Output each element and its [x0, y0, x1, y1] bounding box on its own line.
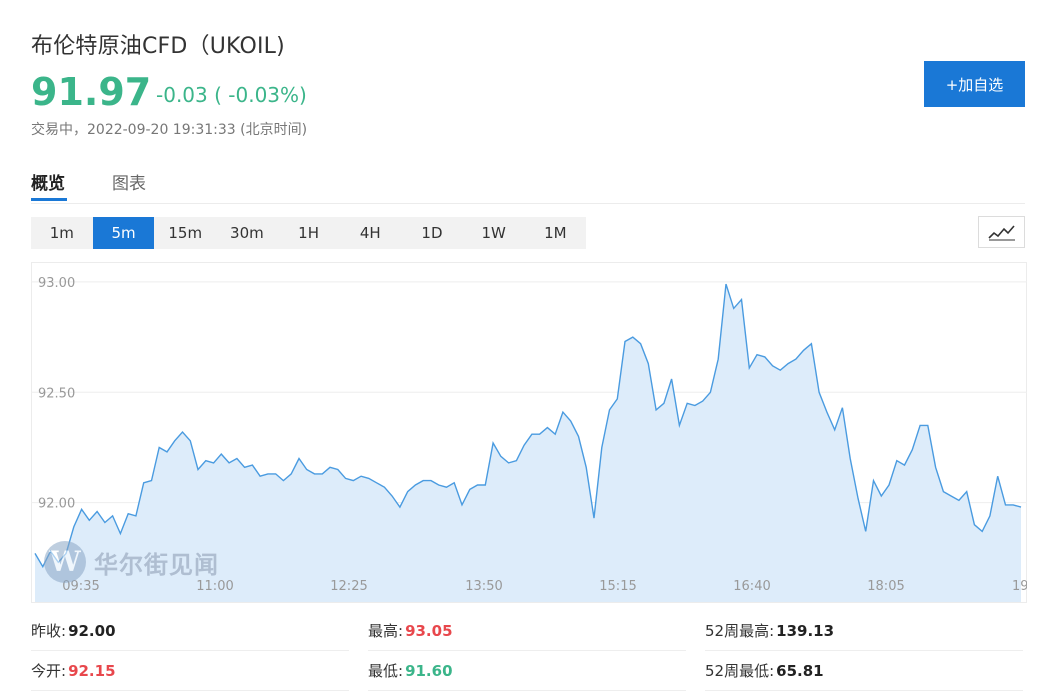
stat-value: 91.60 [405, 662, 453, 680]
stat-52w-low: 52周最低: 65.81 [705, 652, 1023, 691]
stat-value: 93.05 [405, 622, 453, 640]
x-tick-label: 18:05 [867, 579, 904, 594]
stat-label: 昨收: [31, 622, 67, 640]
x-tick-label: 13:50 [465, 579, 502, 594]
period-30m[interactable]: 30m [216, 217, 278, 249]
tab-bar: 概览 图表 [31, 163, 1025, 204]
price-change: -0.03 ( -0.03%) [156, 83, 307, 107]
line-chart-icon [988, 225, 1015, 241]
x-tick-label: 19:3 [1012, 579, 1027, 594]
stat-value: 92.00 [68, 622, 116, 640]
period-1d[interactable]: 1D [401, 217, 463, 249]
x-tick-label: 12:25 [330, 579, 367, 594]
x-tick-label: 16:40 [733, 579, 770, 594]
trading-status: 交易中，2022-09-20 19:31:33 (北京时间) [31, 122, 308, 138]
stat-52w-high: 52周最高: 139.13 [705, 612, 1023, 651]
stat-high: 最高: 93.05 [368, 612, 686, 651]
period-selector: 1m 5m 15m 30m 1H 4H 1D 1W 1M [31, 217, 587, 249]
x-tick-label: 15:15 [599, 579, 636, 594]
watermark: W 华尔街见闻 [44, 541, 219, 583]
stats-row: 今开: 92.15 最低: 91.60 52周最低: 65.81 [31, 652, 1025, 692]
period-1m[interactable]: 1m [31, 217, 93, 249]
stat-label: 52周最高: [705, 622, 775, 640]
y-tick-label: 92.50 [38, 386, 75, 401]
period-15m[interactable]: 15m [154, 217, 216, 249]
last-price: 91.97 [31, 70, 152, 114]
stat-low: 最低: 91.60 [368, 652, 686, 691]
stat-label: 最低: [368, 662, 404, 680]
stat-value: 139.13 [776, 622, 835, 640]
period-1w[interactable]: 1W [463, 217, 525, 249]
stat-label: 最高: [368, 622, 404, 640]
wallstreetcn-logo-icon: W [44, 541, 86, 583]
period-5m[interactable]: 5m [92, 217, 155, 249]
add-to-watchlist-button[interactable]: +加自选 [924, 61, 1025, 107]
stat-value: 65.81 [776, 662, 824, 680]
stat-label: 今开: [31, 662, 67, 680]
period-1h[interactable]: 1H [278, 217, 340, 249]
y-tick-label: 92.00 [38, 497, 75, 512]
y-tick-label: 93.00 [38, 276, 75, 291]
stat-value: 92.15 [68, 662, 116, 680]
chart-type-button[interactable] [978, 216, 1025, 248]
tab-active-indicator [31, 198, 67, 201]
stat-prev-close: 昨收: 92.00 [31, 612, 349, 651]
period-1mo[interactable]: 1M [525, 217, 587, 249]
stat-label: 52周最低: [705, 662, 775, 680]
period-4h[interactable]: 4H [339, 217, 401, 249]
stat-open: 今开: 92.15 [31, 652, 349, 691]
watermark-text: 华尔街见闻 [94, 549, 219, 579]
stats-row: 昨收: 92.00 最高: 93.05 52周最高: 139.13 [31, 612, 1025, 652]
tab-chart[interactable]: 图表 [112, 169, 146, 194]
tab-overview[interactable]: 概览 [31, 169, 65, 194]
instrument-title: 布伦特原油CFD（UKOIL) [31, 34, 285, 59]
